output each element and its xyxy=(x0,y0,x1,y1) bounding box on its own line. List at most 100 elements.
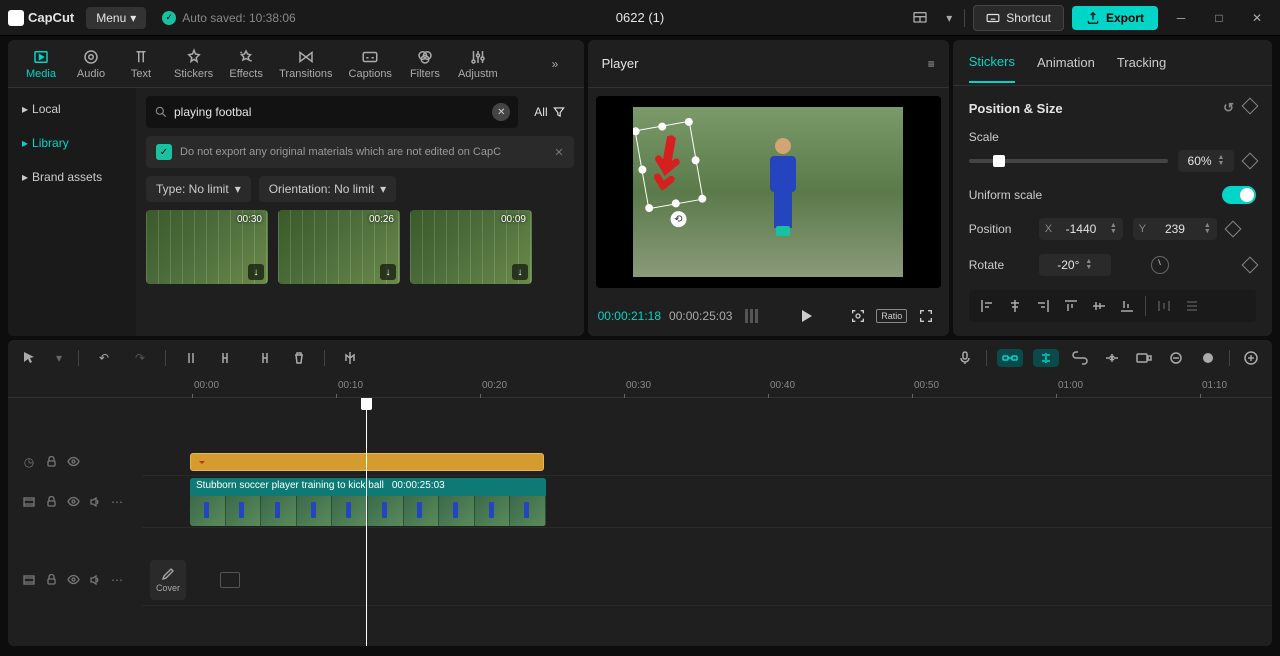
focus-icon[interactable] xyxy=(845,303,871,329)
tab-media[interactable]: Media xyxy=(16,44,66,84)
type-filter[interactable]: Type: No limit▾ xyxy=(146,176,251,202)
inspector-tab-stickers[interactable]: Stickers xyxy=(969,42,1015,83)
chevron-down-icon[interactable]: ▾ xyxy=(942,6,956,30)
resize-handle[interactable] xyxy=(638,165,647,174)
stepper-icon[interactable]: ▲▼ xyxy=(1085,259,1092,271)
download-icon[interactable]: ↓ xyxy=(380,264,396,280)
tab-filters[interactable]: Filters xyxy=(400,44,450,84)
player-viewport[interactable]: ⟲ xyxy=(596,96,941,288)
inspector-tab-animation[interactable]: Animation xyxy=(1037,43,1095,82)
rotate-handle[interactable]: ⟲ xyxy=(669,210,688,229)
pointer-tool-icon[interactable] xyxy=(18,347,40,369)
eye-icon[interactable] xyxy=(66,573,80,587)
segments-icon[interactable] xyxy=(740,303,766,329)
menu-button[interactable]: Menu ▾ xyxy=(86,7,146,29)
add-track-icon[interactable] xyxy=(1240,347,1262,369)
magnet-track-toggle[interactable] xyxy=(1033,349,1059,367)
all-filter[interactable]: All xyxy=(526,99,573,125)
tab-stickers[interactable]: Stickers xyxy=(166,44,221,84)
resize-handle[interactable] xyxy=(684,117,693,126)
keyframe-icon[interactable] xyxy=(1242,98,1259,115)
film-icon[interactable] xyxy=(22,573,36,587)
eye-icon[interactable] xyxy=(66,495,80,509)
sticker-track[interactable]: ◷ xyxy=(142,448,1272,476)
uniform-scale-toggle[interactable] xyxy=(1222,186,1256,204)
align-left-icon[interactable] xyxy=(973,294,1001,318)
placeholder-clip[interactable] xyxy=(220,572,240,588)
inspector-tab-tracking[interactable]: Tracking xyxy=(1117,43,1166,82)
redo-icon[interactable]: ↷ xyxy=(129,347,151,369)
tabs-more-icon[interactable]: » xyxy=(552,57,576,71)
library-clip-thumb[interactable]: 00:09↓ xyxy=(410,210,532,284)
align-vcenter-icon[interactable] xyxy=(1085,294,1113,318)
more-icon[interactable]: ⋯ xyxy=(110,573,124,587)
reset-icon[interactable]: ↺ xyxy=(1223,100,1234,116)
speaker-icon[interactable] xyxy=(88,573,102,587)
more-icon[interactable]: ⋯ xyxy=(110,495,124,509)
layout-icon[interactable] xyxy=(906,6,934,30)
stepper-icon[interactable]: ▲▼ xyxy=(1218,155,1225,167)
ratio-button[interactable]: Ratio xyxy=(879,303,905,329)
delete-icon[interactable] xyxy=(288,347,310,369)
sidebar-item-brand-assets[interactable]: ▸Brand assets xyxy=(8,160,136,194)
resize-handle[interactable] xyxy=(658,122,667,131)
clear-empty-icon[interactable] xyxy=(1165,347,1187,369)
orientation-filter[interactable]: Orientation: No limit▾ xyxy=(259,176,396,202)
minimize-button[interactable]: ─ xyxy=(1166,6,1196,30)
playhead[interactable] xyxy=(366,398,367,646)
cover-button[interactable]: Cover xyxy=(150,560,186,600)
resize-handle[interactable] xyxy=(691,156,700,165)
rotate-dial[interactable] xyxy=(1151,256,1169,274)
resize-handle[interactable] xyxy=(633,127,640,136)
scale-slider[interactable] xyxy=(969,159,1168,163)
align-bottom-icon[interactable] xyxy=(1113,294,1141,318)
lock-icon[interactable] xyxy=(44,455,58,469)
preview-track-icon[interactable] xyxy=(1133,347,1155,369)
distribute-h-icon[interactable] xyxy=(1150,294,1178,318)
split-left-icon[interactable] xyxy=(216,347,238,369)
tab-adjustment[interactable]: Adjustm xyxy=(450,44,506,84)
notice-close-icon[interactable]: ✕ xyxy=(554,146,563,159)
keyframe-icon[interactable] xyxy=(1242,153,1259,170)
split-right-icon[interactable] xyxy=(252,347,274,369)
search-clear-icon[interactable]: ✕ xyxy=(492,103,510,121)
search-input[interactable] xyxy=(174,105,486,119)
link-icon[interactable] xyxy=(1069,347,1091,369)
export-button[interactable]: Export xyxy=(1072,6,1158,30)
search-box[interactable]: ✕ xyxy=(146,96,518,128)
position-x-input[interactable]: X-1440▲▼ xyxy=(1039,218,1123,240)
rotate-input[interactable]: -20°▲▼ xyxy=(1039,254,1111,276)
eye-icon[interactable] xyxy=(66,455,80,469)
fullscreen-icon[interactable] xyxy=(913,303,939,329)
library-clip-thumb[interactable]: 00:30↓ xyxy=(146,210,268,284)
lock-icon[interactable] xyxy=(44,573,58,587)
keyframe-icon[interactable] xyxy=(1224,221,1241,238)
video-clip[interactable]: Stubborn soccer player training to kick … xyxy=(190,478,546,526)
align-top-icon[interactable] xyxy=(1057,294,1085,318)
tab-effects[interactable]: Effects xyxy=(221,44,271,84)
position-y-input[interactable]: Y239▲▼ xyxy=(1133,218,1217,240)
mic-icon[interactable] xyxy=(954,347,976,369)
distribute-v-icon[interactable] xyxy=(1178,294,1206,318)
play-button[interactable] xyxy=(793,303,819,329)
lock-icon[interactable] xyxy=(44,495,58,509)
speaker-icon[interactable] xyxy=(88,495,102,509)
keyframe-icon[interactable] xyxy=(1242,257,1259,274)
resize-handle[interactable] xyxy=(698,194,707,203)
sidebar-item-library[interactable]: ▸Library xyxy=(8,126,136,160)
snap-icon[interactable] xyxy=(1101,347,1123,369)
resize-handle[interactable] xyxy=(645,203,654,212)
slider-thumb[interactable] xyxy=(993,155,1005,167)
sticker-selection-box[interactable]: ⟲ xyxy=(635,121,704,210)
clock-icon[interactable]: ◷ xyxy=(22,455,36,469)
close-button[interactable]: ✕ xyxy=(1242,6,1272,30)
undo-icon[interactable]: ↶ xyxy=(93,347,115,369)
split-icon[interactable] xyxy=(180,347,202,369)
scale-value-input[interactable]: 60%▲▼ xyxy=(1178,150,1234,172)
align-hcenter-icon[interactable] xyxy=(1001,294,1029,318)
record-icon[interactable] xyxy=(1197,347,1219,369)
sidebar-item-local[interactable]: ▸Local xyxy=(8,92,136,126)
library-clip-thumb[interactable]: 00:26↓ xyxy=(278,210,400,284)
align-right-icon[interactable] xyxy=(1029,294,1057,318)
stepper-icon[interactable]: ▲▼ xyxy=(1110,223,1117,235)
